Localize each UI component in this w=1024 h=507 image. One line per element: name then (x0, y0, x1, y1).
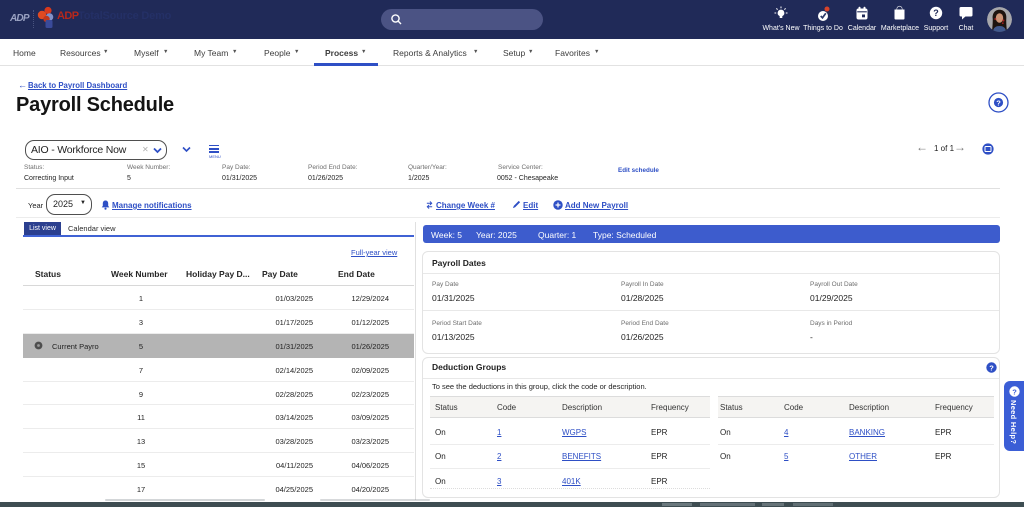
svg-text:?: ? (933, 8, 939, 18)
svg-text:?: ? (989, 363, 994, 372)
svg-text:?: ? (996, 99, 1001, 108)
svg-text:?: ? (1012, 387, 1017, 396)
